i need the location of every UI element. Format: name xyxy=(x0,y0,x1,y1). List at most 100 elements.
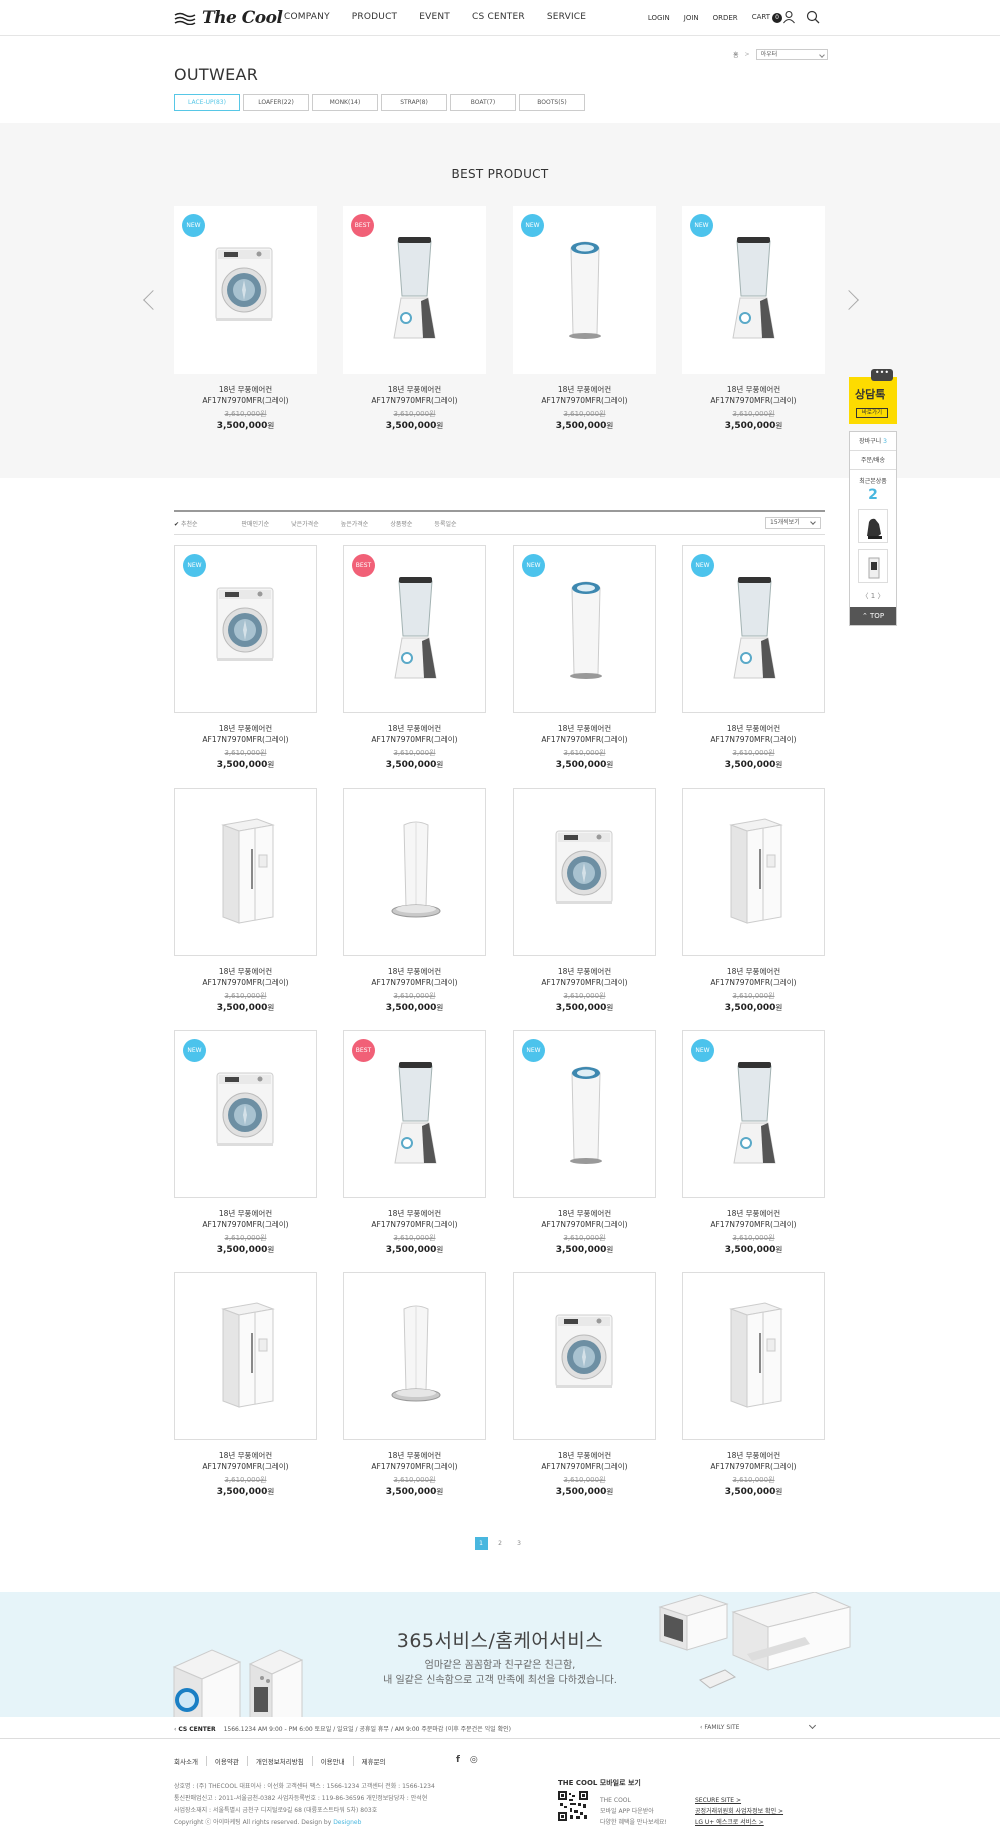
quick-cart[interactable]: 장바구니 3 xyxy=(850,432,896,451)
consult-talk-banner[interactable]: ••• 상담톡 바로가기 xyxy=(849,369,897,424)
best-product-card[interactable]: NEW 18년 무풍에어컨 AF17N7970MFR(그레이) 3,610,00… xyxy=(174,206,317,431)
family-site-select[interactable]: ‹ FAMILY SITE xyxy=(700,1724,739,1731)
product-image[interactable]: NEW xyxy=(513,206,656,374)
product-card[interactable]: 18년 무풍에어컨 AF17N7970MFR(그레이) 3,610,000원 3… xyxy=(343,1272,486,1497)
product-card[interactable]: NEW 18년 무풍에어컨 AF17N7970MFR(그레이) 3,610,00… xyxy=(513,545,656,770)
product-image[interactable] xyxy=(343,788,486,956)
recent-product-thumb[interactable] xyxy=(858,509,888,543)
product-name[interactable]: 18년 무풍에어컨 AF17N7970MFR(그레이) xyxy=(513,1450,656,1472)
product-name[interactable]: 18년 무풍에어컨 AF17N7970MFR(그레이) xyxy=(513,723,656,745)
product-name[interactable]: 18년 무풍에어컨 AF17N7970MFR(그레이) xyxy=(174,723,317,745)
product-card[interactable]: 18년 무풍에어컨 AF17N7970MFR(그레이) 3,610,000원 3… xyxy=(174,788,317,1013)
product-image[interactable]: NEW xyxy=(682,1030,825,1198)
product-card[interactable]: NEW 18년 무풍에어컨 AF17N7970MFR(그레이) 3,610,00… xyxy=(682,545,825,770)
product-image[interactable]: BEST xyxy=(343,206,486,374)
breadcrumb-home[interactable]: 홈 xyxy=(733,50,739,59)
tab-monk[interactable]: MONK(14) xyxy=(312,94,378,111)
product-image[interactable] xyxy=(513,1272,656,1440)
per-page-select[interactable]: 15개씩보기 xyxy=(765,517,821,529)
product-name[interactable]: 18년 무풍에어컨 AF17N7970MFR(그레이) xyxy=(682,1208,825,1230)
product-image[interactable]: NEW xyxy=(174,545,317,713)
product-image[interactable] xyxy=(682,1272,825,1440)
nav-company[interactable]: COMPANY xyxy=(284,12,330,22)
footer-link-company[interactable]: 회사소개 xyxy=(174,1756,207,1766)
best-product-card[interactable]: NEW 18년 무풍에어컨 AF17N7970MFR(그레이) 3,610,00… xyxy=(682,206,825,431)
tab-strap[interactable]: STRAP(8) xyxy=(381,94,447,111)
footer-link-privacy[interactable]: 개인정보처리방침 xyxy=(256,1756,313,1766)
join-link[interactable]: JOIN xyxy=(684,14,699,22)
top-button[interactable]: ⌃ TOP xyxy=(850,607,896,625)
escrow-link[interactable]: LG U+ 에스크로 서비스 > xyxy=(695,1817,783,1828)
next-arrow-icon[interactable] xyxy=(839,290,859,310)
recent-product-thumb[interactable] xyxy=(858,549,888,583)
tab-boots[interactable]: BOOTS(5) xyxy=(519,94,585,111)
tab-loafer[interactable]: LOAFER(22) xyxy=(243,94,309,111)
page-1[interactable]: 1 xyxy=(474,1537,488,1550)
designer-link[interactable]: Designeb xyxy=(333,1819,361,1826)
search-icon[interactable] xyxy=(806,9,820,24)
recent-pager[interactable]: 〈 1 〉 xyxy=(850,591,896,601)
sort-high-price[interactable]: 높은가격순 xyxy=(341,519,369,528)
product-name[interactable]: 18년 무풍에어컨 AF17N7970MFR(그레이) xyxy=(682,966,825,988)
product-card[interactable]: 18년 무풍에어컨 AF17N7970MFR(그레이) 3,610,000원 3… xyxy=(174,1272,317,1497)
sort-newest[interactable]: 등록일순 xyxy=(434,519,456,528)
facebook-icon[interactable]: f xyxy=(456,1755,460,1765)
product-name[interactable]: 18년 무풍에어컨 AF17N7970MFR(그레이) xyxy=(343,723,486,745)
tab-lace-up[interactable]: LACE-UP(83) xyxy=(174,94,240,111)
product-card[interactable]: NEW 18년 무풍에어컨 AF17N7970MFR(그레이) 3,610,00… xyxy=(174,1030,317,1255)
product-image[interactable] xyxy=(513,788,656,956)
page-2[interactable]: 2 xyxy=(494,1537,507,1550)
sort-popular[interactable]: 판매인기순 xyxy=(242,519,270,528)
product-name[interactable]: 18년 무풍에어컨 AF17N7970MFR(그레이) xyxy=(682,1450,825,1472)
instagram-icon[interactable]: ◎ xyxy=(470,1755,478,1765)
order-link[interactable]: ORDER xyxy=(713,14,738,22)
product-image[interactable]: NEW xyxy=(682,206,825,374)
product-image[interactable]: BEST xyxy=(343,545,486,713)
consult-talk-button[interactable]: 바로가기 xyxy=(856,408,888,418)
product-image[interactable] xyxy=(174,788,317,956)
product-name[interactable]: 18년 무풍에어컨 AF17N7970MFR(그레이) xyxy=(343,966,486,988)
product-card[interactable]: 18년 무풍에어컨 AF17N7970MFR(그레이) 3,610,000원 3… xyxy=(513,788,656,1013)
page-3[interactable]: 3 xyxy=(513,1537,526,1550)
nav-service[interactable]: SERVICE xyxy=(547,12,586,22)
category-select[interactable]: 아우터 xyxy=(755,49,828,60)
product-image[interactable]: NEW xyxy=(682,545,825,713)
product-card[interactable]: NEW 18년 무풍에어컨 AF17N7970MFR(그레이) 3,610,00… xyxy=(174,545,317,770)
footer-link-guide[interactable]: 이용안내 xyxy=(321,1756,354,1766)
product-name[interactable]: 18년 무풍에어컨 AF17N7970MFR(그레이) xyxy=(174,384,317,406)
product-card[interactable]: BEST 18년 무풍에어컨 AF17N7970MFR(그레이) 3,610,0… xyxy=(343,545,486,770)
product-card[interactable]: NEW 18년 무풍에어컨 AF17N7970MFR(그레이) 3,610,00… xyxy=(513,1030,656,1255)
best-product-card[interactable]: BEST 18년 무풍에어컨 AF17N7970MFR(그레이) 3,610,0… xyxy=(343,206,486,431)
footer-link-terms[interactable]: 이용약관 xyxy=(215,1756,248,1766)
product-card[interactable]: 18년 무풍에어컨 AF17N7970MFR(그레이) 3,610,000원 3… xyxy=(513,1272,656,1497)
product-image[interactable] xyxy=(343,1272,486,1440)
product-card[interactable]: 18년 무풍에어컨 AF17N7970MFR(그레이) 3,610,000원 3… xyxy=(682,1272,825,1497)
product-name[interactable]: 18년 무풍에어컨 AF17N7970MFR(그레이) xyxy=(682,723,825,745)
product-image[interactable]: BEST xyxy=(343,1030,486,1198)
user-icon[interactable] xyxy=(782,9,796,24)
product-name[interactable]: 18년 무풍에어컨 AF17N7970MFR(그레이) xyxy=(174,1450,317,1472)
prev-arrow-icon[interactable] xyxy=(143,290,163,310)
product-name[interactable]: 18년 무풍에어컨 AF17N7970MFR(그레이) xyxy=(513,966,656,988)
sort-review[interactable]: 상품평순 xyxy=(390,519,412,528)
quick-order[interactable]: 주문/배송 xyxy=(850,451,896,470)
product-name[interactable]: 18년 무풍에어컨 AF17N7970MFR(그레이) xyxy=(513,384,656,406)
logo[interactable]: The Cool xyxy=(174,8,283,28)
ftc-info-link[interactable]: 공정거래위원회 사업자정보 확인 > xyxy=(695,1806,783,1817)
product-name[interactable]: 18년 무풍에어컨 AF17N7970MFR(그레이) xyxy=(343,1208,486,1230)
product-image[interactable] xyxy=(682,788,825,956)
product-image[interactable]: NEW xyxy=(174,1030,317,1198)
product-name[interactable]: 18년 무풍에어컨 AF17N7970MFR(그레이) xyxy=(343,384,486,406)
product-name[interactable]: 18년 무풍에어컨 AF17N7970MFR(그레이) xyxy=(174,966,317,988)
product-name[interactable]: 18년 무풍에어컨 AF17N7970MFR(그레이) xyxy=(682,384,825,406)
product-name[interactable]: 18년 무풍에어컨 AF17N7970MFR(그레이) xyxy=(513,1208,656,1230)
footer-link-partnership[interactable]: 제휴문의 xyxy=(362,1756,394,1766)
product-card[interactable]: 18년 무풍에어컨 AF17N7970MFR(그레이) 3,610,000원 3… xyxy=(343,788,486,1013)
product-card[interactable]: NEW 18년 무풍에어컨 AF17N7970MFR(그레이) 3,610,00… xyxy=(682,1030,825,1255)
product-card[interactable]: BEST 18년 무풍에어컨 AF17N7970MFR(그레이) 3,610,0… xyxy=(343,1030,486,1255)
cart-link[interactable]: CART 0 xyxy=(752,13,782,23)
product-image[interactable] xyxy=(174,1272,317,1440)
product-card[interactable]: 18년 무풍에어컨 AF17N7970MFR(그레이) 3,610,000원 3… xyxy=(682,788,825,1013)
nav-product[interactable]: PRODUCT xyxy=(352,12,397,22)
tab-boat[interactable]: BOAT(7) xyxy=(450,94,516,111)
